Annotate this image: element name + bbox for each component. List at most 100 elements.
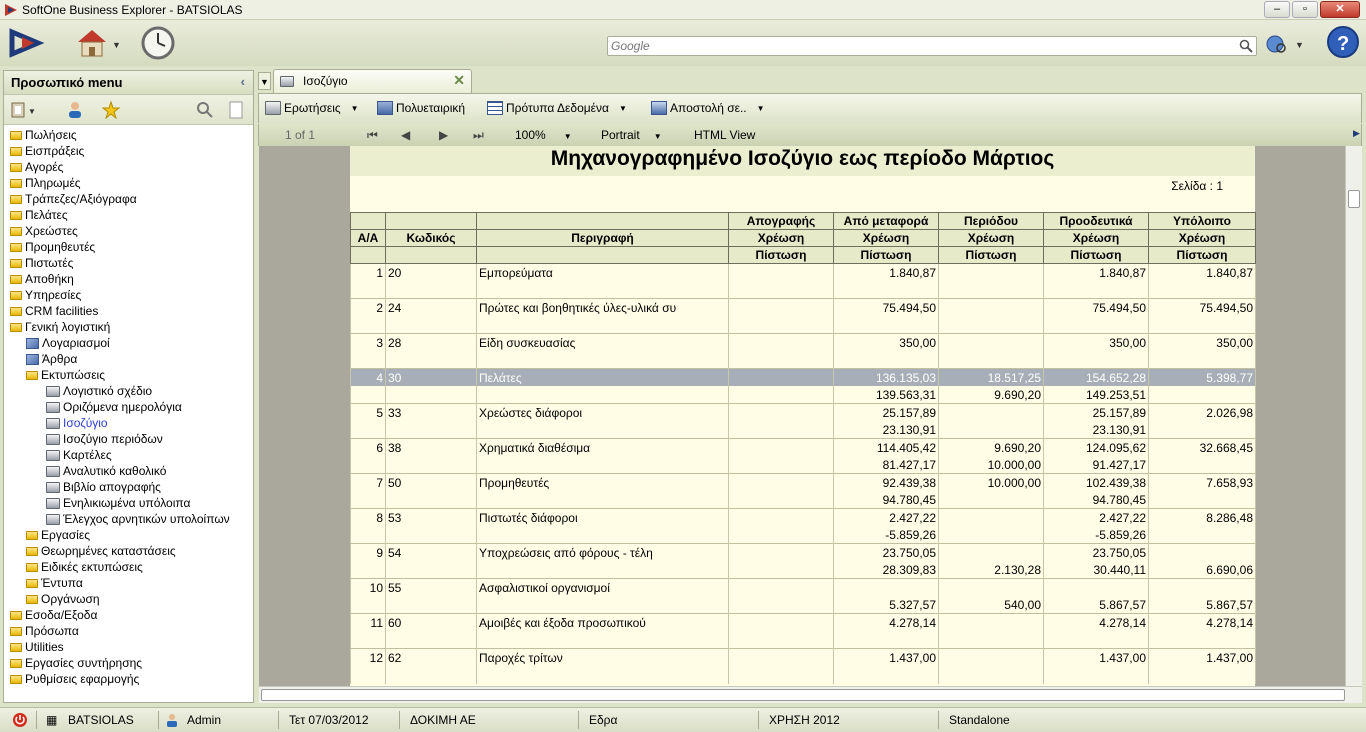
close-button[interactable]: ✕ xyxy=(1320,1,1360,18)
help-icon[interactable]: ? xyxy=(1326,25,1360,59)
maximize-button[interactable]: ▫ xyxy=(1292,1,1318,18)
tree-item-entries[interactable]: Άρθρα xyxy=(4,351,253,367)
tree-item-purchases[interactable]: Αγορές xyxy=(4,159,253,175)
web-search-icon[interactable]: ▼ xyxy=(1265,33,1307,55)
tree-item-forms[interactable]: Έντυπα xyxy=(4,575,253,591)
table-cell xyxy=(1148,526,1256,544)
tree-item-creditors[interactable]: Πιστωτές xyxy=(4,255,253,271)
tree-item-crm[interactable]: CRM facilities xyxy=(4,303,253,319)
tree-item-customers[interactable]: Πελάτες xyxy=(4,207,253,223)
first-page-icon[interactable]: ⏮ xyxy=(367,128,378,143)
tree-item-aged-balances[interactable]: Ενηλικιωμένα υπόλοιπα xyxy=(4,495,253,511)
table-row[interactable]: 28.309,83 2.130,28 30.440,11 6.690,06 xyxy=(350,561,1256,579)
tree-item-tasks[interactable]: Εργασίες xyxy=(4,527,253,543)
table-row[interactable]: 1 20 Εμπορεύματα 1.840,87 1.840,87 1.840,87 xyxy=(350,263,1256,281)
tab-trial-balance[interactable]: Ισοζύγιο ✕ xyxy=(273,69,472,93)
tree-item-banks[interactable]: Τράπεζες/Αξιόγραφα xyxy=(4,191,253,207)
tree-item-special-prints[interactable]: Ειδικές εκτυπώσεις xyxy=(4,559,253,575)
softone-menu-icon[interactable] xyxy=(8,26,50,60)
tree-item-inventory-book[interactable]: Βιβλίο απογραφής xyxy=(4,479,253,495)
table-row[interactable]: 2 24 Πρώτες και βοηθητικές ύλες-υλικά συ 75… xyxy=(350,298,1256,316)
scrollbar-thumb[interactable] xyxy=(261,689,1345,701)
tree-item-chart-of-accounts[interactable]: Λογιστικό σχέδιο xyxy=(4,383,253,399)
table-row[interactable]: 6 38 Χρηματικά διαθέσιμα 114.405,42 9.690,20… xyxy=(350,438,1256,456)
minimize-button[interactable]: – xyxy=(1264,1,1290,18)
tree-item-payments[interactable]: Πληρωμές xyxy=(4,175,253,191)
tree-item-certified-statements[interactable]: Θεωρημένες καταστάσεις xyxy=(4,543,253,559)
zoom-select[interactable]: 100% ▼ xyxy=(515,128,572,142)
tree-item-warehouse[interactable]: Αποθήκη xyxy=(4,271,253,287)
table-row[interactable]: 139.563,31 9.690,20 149.253,51 xyxy=(350,386,1256,404)
tree-item-trial-balance[interactable]: Ισοζύγιο xyxy=(4,415,253,431)
tree-item-collections[interactable]: Εισπράξεις xyxy=(4,143,253,159)
home-icon[interactable]: ▼ xyxy=(74,26,122,60)
search-input[interactable] xyxy=(608,37,1228,55)
status-separator xyxy=(278,711,279,729)
table-row[interactable]: 10 55 Ασφαλιστικοί οργανισμοί xyxy=(350,578,1256,596)
expand-arrow-icon[interactable]: ▶ xyxy=(1353,128,1360,139)
horizontal-scrollbar[interactable] xyxy=(259,686,1362,703)
tree-item-prints[interactable]: Εκτυπώσεις xyxy=(4,367,253,383)
tree-item-organization[interactable]: Οργάνωση xyxy=(4,591,253,607)
document-icon[interactable] xyxy=(228,101,244,122)
table-row[interactable]: 23.130,91 23.130,91 xyxy=(350,421,1256,439)
table-row[interactable] xyxy=(350,316,1256,334)
next-page-icon[interactable]: ▶ xyxy=(439,128,448,142)
orientation-select[interactable]: Portrait ▼ xyxy=(601,128,662,142)
tree-item-general-ledger[interactable]: Γενική λογιστική xyxy=(4,319,253,335)
search-icon[interactable] xyxy=(1239,39,1253,53)
tree-item-maintenance[interactable]: Εργασίες συντήρησης xyxy=(4,655,253,671)
table-row[interactable] xyxy=(350,631,1256,649)
tree-item-debtors[interactable]: Χρεώστες xyxy=(4,223,253,239)
tree-item-detailed-ledger[interactable]: Αναλυτικό καθολικό xyxy=(4,463,253,479)
table-row[interactable] xyxy=(350,281,1256,299)
table-cell: 350,00 xyxy=(1148,333,1256,351)
clock-icon[interactable] xyxy=(140,26,176,60)
table-row[interactable] xyxy=(350,351,1256,369)
collapse-panel-icon[interactable]: ‹ xyxy=(241,74,245,89)
table-row[interactable]: 4 30 Πελάτες 136.135,03 18.517,25 154.652,28 5… xyxy=(350,368,1256,386)
table-cell xyxy=(1043,281,1149,299)
close-tab-icon[interactable]: ✕ xyxy=(453,72,465,89)
table-row[interactable]: 11 60 Αμοιβές και έξοδα προσωπικού 4.278,14… xyxy=(350,613,1256,631)
tree-item-accounts[interactable]: Λογαριασμοί xyxy=(4,335,253,351)
tree-item-app-settings[interactable]: Ρυθμίσεις εφαρμογής xyxy=(4,671,253,687)
previous-page-icon[interactable]: ◀ xyxy=(401,128,410,142)
table-row[interactable]: 9 54 Υποχρεώσεις από φόρους - τέλη 23.750,0… xyxy=(350,543,1256,561)
tree-item-income-expenses[interactable]: Εσοδα/Εξοδα xyxy=(4,607,253,623)
tree-item-services[interactable]: Υπηρεσίες xyxy=(4,287,253,303)
table-row[interactable]: 12 62 Παροχές τρίτων 1.437,00 1.437,00 1.437,… xyxy=(350,648,1256,666)
user-icon[interactable] xyxy=(66,101,84,122)
scrollbar-thumb[interactable] xyxy=(1348,190,1360,208)
table-row[interactable]: 5 33 Χρεώστες διάφοροι 25.157,89 25.157,89 2.… xyxy=(350,403,1256,421)
table-row[interactable]: 5.327,57 540,00 5.867,57 5.867,57 xyxy=(350,596,1256,614)
tree-item-suppliers[interactable]: Προμηθευτές xyxy=(4,239,253,255)
tree-item-persons[interactable]: Πρόσωπα xyxy=(4,623,253,639)
search-box[interactable] xyxy=(607,36,1257,56)
last-page-icon[interactable]: ⏭ xyxy=(473,128,484,143)
tree-item-sales[interactable]: Πωλήσεις xyxy=(4,127,253,143)
data-templates-button[interactable]: Πρότυπα Δεδομένα ▼ xyxy=(487,101,627,115)
find-icon[interactable] xyxy=(196,101,214,122)
table-row[interactable]: 3 28 Είδη συσκευασίας 350,00 350,00 350,00 xyxy=(350,333,1256,351)
queries-button[interactable]: Ερωτήσεις ▼ xyxy=(265,101,359,115)
vertical-scrollbar[interactable] xyxy=(1345,146,1362,686)
favorite-star-icon[interactable] xyxy=(101,100,121,122)
tree-item-utilities[interactable]: Utilities xyxy=(4,639,253,655)
table-row[interactable]: -5.859,26 -5.859,26 xyxy=(350,526,1256,544)
table-row[interactable] xyxy=(350,666,1256,684)
html-view-button[interactable]: HTML View xyxy=(694,128,755,142)
tree-item-period-balance[interactable]: Ισοζύγιο περιόδων xyxy=(4,431,253,447)
table-row[interactable]: 94.780,45 94.780,45 xyxy=(350,491,1256,509)
tree-item-negative-balances[interactable]: Έλεγχος αρνητικών υπολοίπων xyxy=(4,511,253,527)
power-icon[interactable] xyxy=(12,712,28,728)
tab-list-dropdown[interactable]: ▼ xyxy=(258,72,271,90)
table-row[interactable]: 7 50 Προμηθευτές 92.439,38 10.000,00 102.439,… xyxy=(350,473,1256,491)
clipboard-icon[interactable]: ▼ xyxy=(10,101,36,122)
multicompany-button[interactable]: Πολυεταιρική xyxy=(377,101,465,115)
send-to-button[interactable]: Αποστολή σε.. ▼ xyxy=(651,101,765,115)
table-row[interactable]: 8 53 Πιστωτές διάφοροι 2.427,22 2.427,22 8.28… xyxy=(350,508,1256,526)
table-row[interactable]: 81.427,17 10.000,00 91.427,17 xyxy=(350,456,1256,474)
tree-item-journals[interactable]: Οριζόμενα ημερολόγια xyxy=(4,399,253,415)
tree-item-cards[interactable]: Καρτέλες xyxy=(4,447,253,463)
